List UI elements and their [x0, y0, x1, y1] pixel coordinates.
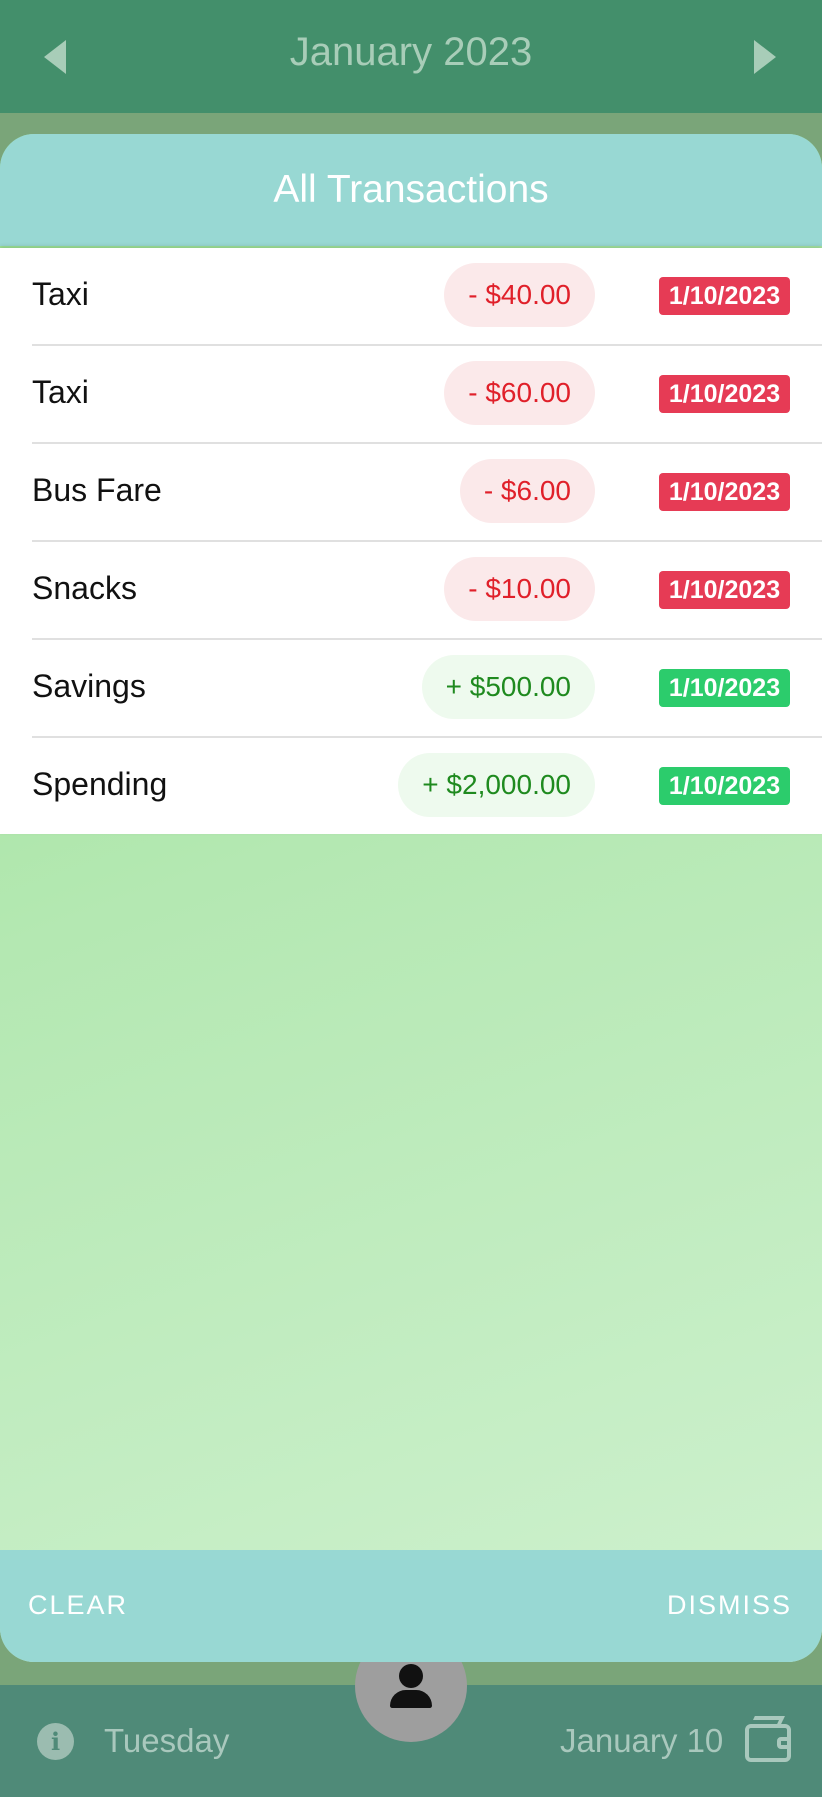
transaction-amount: - $40.00	[444, 263, 595, 327]
transaction-name: Taxi	[32, 374, 89, 410]
modal-footer: CLEAR DISMISS	[0, 1550, 822, 1662]
transaction-name: Snacks	[32, 570, 137, 606]
top-bar: January 2023	[0, 0, 822, 113]
transaction-amount: + $500.00	[421, 655, 595, 719]
transaction-date-badge: 1/10/2023	[659, 767, 790, 805]
transaction-date-badge: 1/10/2023	[659, 375, 790, 413]
transaction-name: Taxi	[32, 276, 89, 312]
transaction-row[interactable]: Bus Fare - $6.00 1/10/2023	[32, 444, 822, 542]
transaction-row[interactable]: Spending + $2,000.00 1/10/2023	[32, 738, 822, 834]
transactions-modal: All Transactions Taxi - $40.00 1/10/2023…	[0, 134, 822, 1662]
transaction-row[interactable]: Savings + $500.00 1/10/2023	[32, 640, 822, 738]
date-label: January 10	[560, 1722, 724, 1759]
transaction-date-badge: 1/10/2023	[659, 571, 790, 609]
month-title: January 2023	[289, 30, 533, 74]
transaction-date-badge: 1/10/2023	[659, 669, 790, 707]
transaction-row[interactable]: Taxi - $40.00 1/10/2023	[32, 248, 822, 346]
transaction-amount: + $2,000.00	[398, 753, 595, 817]
transaction-date-badge: 1/10/2023	[659, 473, 790, 511]
transaction-name: Spending	[32, 766, 168, 802]
transaction-row[interactable]: Snacks - $10.00 1/10/2023	[32, 542, 822, 640]
info-icon[interactable]: i	[37, 1723, 74, 1760]
wallet-icon[interactable]	[745, 1724, 791, 1762]
weekday-label: Tuesday	[104, 1722, 230, 1759]
transaction-name: Savings	[32, 668, 146, 704]
chevron-right-icon[interactable]	[754, 40, 776, 74]
modal-title: All Transactions	[273, 168, 549, 211]
dismiss-button[interactable]: DISMISS	[667, 1590, 792, 1621]
transaction-amount: - $6.00	[459, 459, 595, 523]
transaction-name: Bus Fare	[32, 472, 162, 508]
transaction-amount: - $60.00	[444, 361, 595, 425]
modal-header: All Transactions	[0, 134, 822, 246]
transaction-amount: - $10.00	[444, 557, 595, 621]
clear-button[interactable]: CLEAR	[28, 1590, 128, 1621]
transaction-list: Taxi - $40.00 1/10/2023 Taxi - $60.00 1/…	[0, 248, 822, 834]
transaction-row[interactable]: Taxi - $60.00 1/10/2023	[32, 346, 822, 444]
person-icon	[399, 1664, 423, 1688]
transaction-date-badge: 1/10/2023	[659, 277, 790, 315]
